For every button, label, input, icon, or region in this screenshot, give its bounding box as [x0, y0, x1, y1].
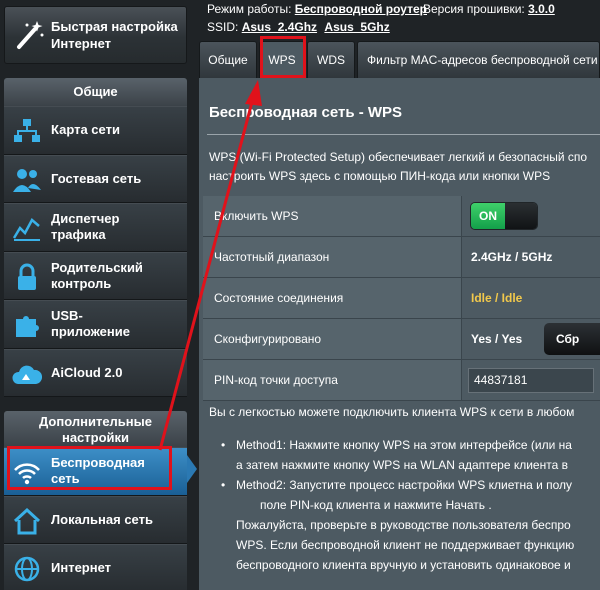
tab-mac-filter[interactable]: Фильтр MAC-адресов беспроводной сети: [357, 41, 600, 78]
quick-setup-button[interactable]: Быстрая настройка Интернет: [4, 6, 187, 64]
sidebar-item-internet[interactable]: Интернет: [4, 544, 187, 590]
advanced-section-header: Дополнительные настройки: [4, 411, 187, 447]
mode-row: Режим работы: Беспроводной роутер: [207, 2, 427, 16]
list-item: • Method1: Нажмите кнопку WPS на этом ин…: [221, 435, 574, 475]
page-title: Беспроводная сеть - WPS: [209, 104, 403, 121]
ssid-5-link[interactable]: Asus_5Ghz: [324, 20, 389, 34]
wps-settings-table: Включить WPS ON Частотный диапазон 2.4GH…: [203, 196, 600, 401]
title-divider: [207, 134, 600, 135]
sidebar-item-aicloud[interactable]: AiCloud 2.0: [4, 348, 187, 397]
general-section-header: Общие: [4, 78, 187, 106]
toggle-knob: [505, 203, 537, 229]
sidebar-item-label: Локальная сеть: [51, 511, 153, 527]
aicloud-icon: [12, 365, 42, 384]
usb-puzzle-icon: [16, 316, 39, 337]
connection-status-value: Idle / Idle: [462, 278, 600, 318]
configured-cell: Yes / Yes Сбр: [462, 319, 600, 359]
sidebar: Быстрая настройка Интернет Общие Карта с…: [0, 0, 197, 590]
firmware-row: Версия прошивки: 3.0.0: [423, 2, 555, 16]
sidebar-item-label: AiCloud 2.0: [51, 364, 123, 380]
wps-description: WPS (Wi-Fi Protected Setup) обеспечивает…: [209, 150, 588, 183]
sidebar-item-label: Гостевая сеть: [51, 170, 142, 186]
bullet: •: [221, 438, 226, 452]
parental-lock-icon: [18, 263, 36, 290]
sidebar-item-label: USB-приложение: [51, 308, 130, 340]
sidebar-item-label: Диспетчер трафика: [51, 211, 120, 243]
mode-link[interactable]: Беспроводной роутер: [295, 2, 427, 16]
pin-input[interactable]: 44837181: [468, 368, 594, 393]
list-item: • Method2: Запустите процесс настройки W…: [221, 475, 574, 575]
router-info-bar: Режим работы: Беспроводной роутер Версия…: [207, 0, 600, 40]
table-row: Включить WPS ON: [203, 196, 600, 237]
firmware-label: Версия прошивки:: [423, 2, 525, 16]
tab-general[interactable]: Общие: [199, 41, 257, 78]
table-row: Состояние соединения Idle / Idle: [203, 278, 600, 319]
band-label: Частотный диапазон: [203, 237, 462, 277]
connection-status-label: Состояние соединения: [203, 278, 462, 318]
table-row: Сконфигурировано Yes / Yes Сбр: [203, 319, 600, 360]
ssid-24-link[interactable]: Asus_2.4Ghz: [242, 20, 317, 34]
general-menu: Карта сети Гостевая сеть Диспетчер трафик…: [4, 106, 187, 397]
globe-icon: [14, 556, 40, 582]
configured-label: Сконфигурировано: [203, 319, 462, 359]
content-panel: Беспроводная сеть - WPS WPS (Wi-Fi Prote…: [199, 78, 600, 590]
guest-network-icon: [13, 168, 41, 192]
sidebar-item-usb-app[interactable]: USB-приложение: [4, 300, 187, 349]
band-value: 2.4GHz / 5GHz: [462, 237, 600, 277]
mode-label: Режим работы:: [207, 2, 292, 16]
sidebar-item-label: Карта сети: [51, 122, 120, 138]
bullet: •: [221, 478, 226, 492]
wps-tab-highlight: [260, 36, 306, 78]
toggle-on-label: ON: [471, 203, 505, 229]
enable-wps-cell: ON: [462, 196, 600, 236]
sidebar-item-label: Интернет: [51, 560, 112, 576]
pin-cell: 44837181: [462, 360, 600, 400]
ssid-row: SSID: Asus_2.4Ghz Asus_5Ghz: [207, 20, 390, 34]
pin-label: PIN-код точки доступа: [203, 360, 462, 400]
methods-list: • Method1: Нажмите кнопку WPS на этом ин…: [221, 435, 574, 575]
quick-setup-label: Быстрая настройка Интернет: [51, 19, 178, 51]
table-row: PIN-код точки доступа 44837181: [203, 360, 600, 401]
network-map-icon: [14, 119, 40, 142]
wps-toggle[interactable]: ON: [470, 202, 538, 230]
tab-wds[interactable]: WDS: [307, 41, 355, 78]
traffic-manager-icon: [12, 218, 40, 241]
sidebar-item-label: Родительский контроль: [51, 259, 143, 291]
sidebar-item-traffic-manager[interactable]: Диспетчер трафика: [4, 203, 187, 252]
sidebar-item-guest-network[interactable]: Гостевая сеть: [4, 154, 187, 203]
ssid-label: SSID:: [207, 20, 239, 34]
wireless-item-highlight: [7, 446, 172, 490]
sidebar-item-network-map[interactable]: Карта сети: [4, 106, 187, 155]
active-item-pointer: [187, 455, 197, 483]
enable-wps-label: Включить WPS: [203, 196, 462, 236]
table-row: Частотный диапазон 2.4GHz / 5GHz: [203, 237, 600, 278]
firmware-link[interactable]: 3.0.0: [528, 2, 555, 16]
reset-button[interactable]: Сбр: [544, 323, 600, 355]
sidebar-item-lan[interactable]: Локальная сеть: [4, 495, 187, 544]
sidebar-item-parental-control[interactable]: Родительский контроль: [4, 251, 187, 300]
wand-icon: [17, 21, 44, 49]
home-lan-icon: [13, 507, 41, 534]
connect-instructions: Вы с легкостью можете подключить клиента…: [209, 405, 575, 419]
configured-value: Yes / Yes: [471, 332, 523, 346]
